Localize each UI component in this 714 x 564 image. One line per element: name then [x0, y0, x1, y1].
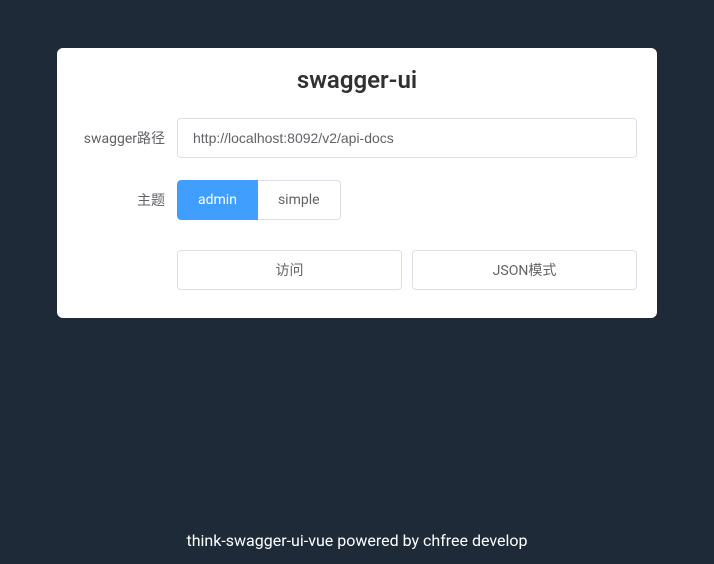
theme-label: 主题	[77, 190, 177, 210]
theme-row: 主题 admin simple	[77, 180, 637, 220]
swagger-path-input[interactable]	[177, 118, 637, 158]
footer-text: think-swagger-ui-vue powered by chfree d…	[0, 531, 714, 550]
path-label: swagger路径	[77, 128, 177, 148]
theme-option-simple[interactable]: simple	[258, 180, 341, 220]
config-card: swagger-ui swagger路径 主题 admin simple 访问 …	[57, 48, 657, 318]
path-input-wrap	[177, 118, 637, 158]
path-row: swagger路径	[77, 118, 637, 158]
action-row: 访问 JSON模式	[177, 250, 637, 290]
visit-button[interactable]: 访问	[177, 250, 402, 290]
theme-option-admin[interactable]: admin	[177, 180, 258, 220]
page-title: swagger-ui	[77, 66, 637, 94]
json-mode-button[interactable]: JSON模式	[412, 250, 637, 290]
theme-input-wrap: admin simple	[177, 180, 637, 220]
theme-radio-group: admin simple	[177, 180, 637, 220]
